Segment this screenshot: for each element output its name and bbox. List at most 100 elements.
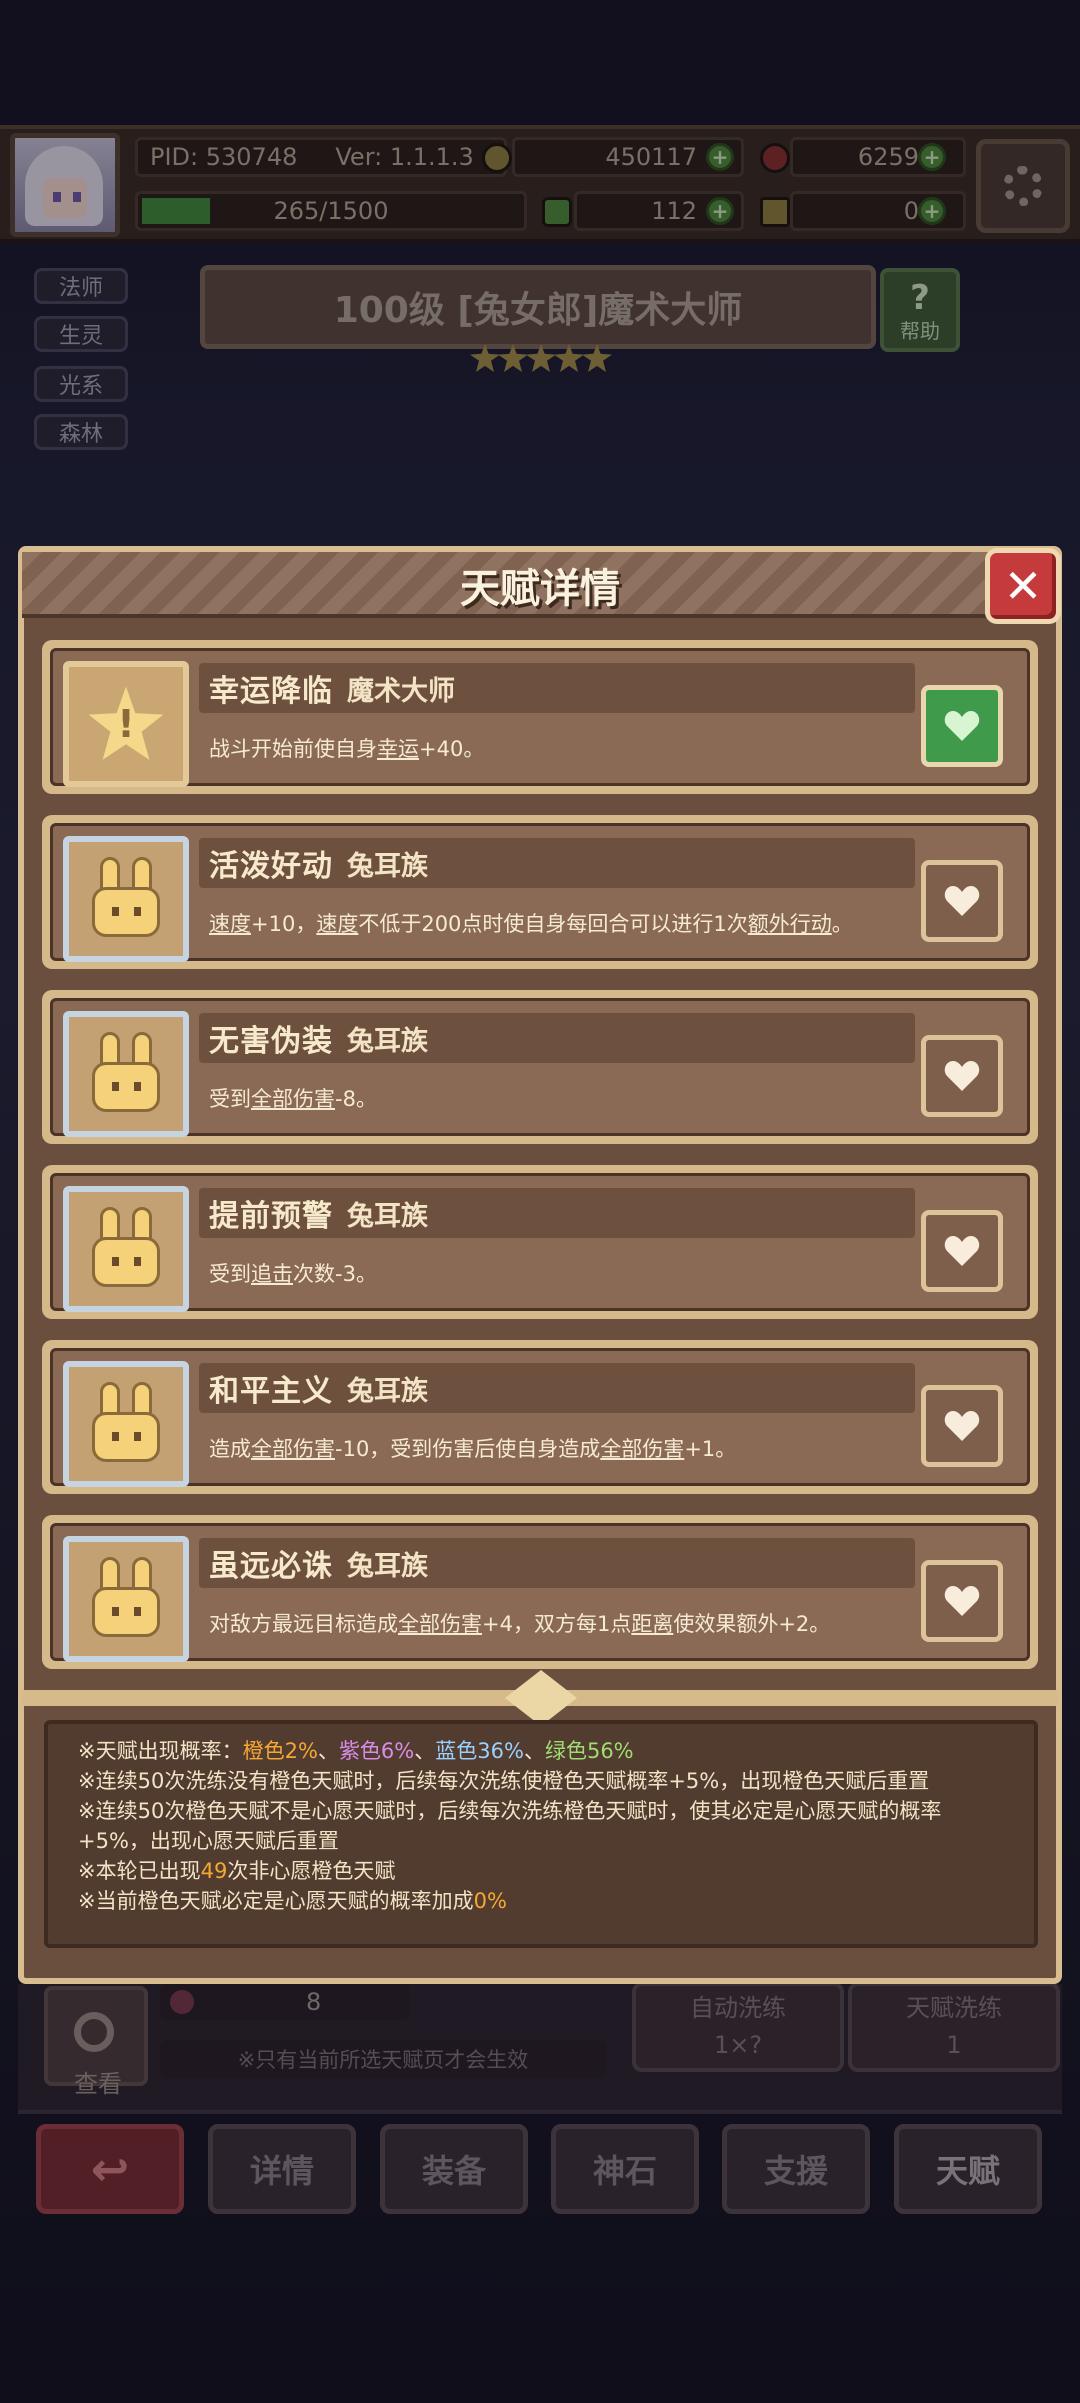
talent-source: 兔耳族: [347, 1025, 428, 1057]
talent-card-body: 无害伪装 兔耳族受到全部伤害-8。: [50, 998, 1030, 1137]
info-line-4-post: 次非心愿橙色天赋: [227, 1859, 396, 1883]
modal-title: 天赋详情: [460, 566, 620, 612]
bunny-icon: [84, 1557, 168, 1641]
talent-card-body: 活泼好动 兔耳族 速度+10，速度不低于200点时使自身每回合可以进行1次额外行动。: [50, 823, 1030, 962]
talent-icon-frame: [63, 1536, 189, 1662]
talent-source: 兔耳族: [347, 1375, 428, 1407]
talent-name: 和平主义: [209, 1374, 333, 1409]
info-line-3a: ※连续50次橙色天赋不是心愿天赋时，后续每次洗练橙色天赋时，使其必定是心愿天赋的…: [78, 1799, 942, 1823]
keyword-link[interactable]: 速度: [209, 912, 251, 936]
talent-name: 活泼好动: [209, 849, 333, 884]
probability-info: ※天赋出现概率：橙色2%、紫色6%、蓝色36%、绿色56% ※连续50次洗练没有…: [44, 1720, 1038, 1948]
talent-icon-frame: [63, 1011, 189, 1137]
wish-bonus: 0%: [473, 1889, 507, 1913]
info-sep: 、: [414, 1739, 436, 1763]
description-text: -8。: [335, 1087, 377, 1111]
talent-header: 幸运降临 魔术大师: [199, 663, 915, 713]
description-text: 战斗开始前使自身: [209, 737, 377, 761]
keyword-link[interactable]: 全部伤害: [600, 1437, 684, 1461]
talent-description: 造成全部伤害-10，受到伤害后使自身造成全部伤害+1。: [209, 1433, 915, 1463]
talent-card[interactable]: 无害伪装 兔耳族受到全部伤害-8。: [42, 990, 1038, 1144]
description-text: +1。: [684, 1437, 737, 1461]
info-line-3b: +5%，出现心愿天赋后重置: [78, 1829, 339, 1853]
info-line-2: ※连续50次洗练没有橙色天赋时，后续每次洗练使橙色天赋概率+5%，出现橙色天赋后…: [78, 1769, 930, 1793]
talent-icon-frame: [63, 1361, 189, 1487]
talent-name: 无害伪装: [209, 1024, 333, 1059]
purple-rate: 紫色6%: [338, 1739, 415, 1763]
talent-description: 对敌方最远目标造成全部伤害+4，双方每1点距离使效果额外+2。: [209, 1608, 915, 1638]
close-button[interactable]: ✕: [985, 548, 1061, 624]
heart-icon: [944, 1060, 980, 1092]
talent-header: 和平主义 兔耳族: [199, 1363, 915, 1413]
wish-toggle-button[interactable]: [921, 1035, 1003, 1117]
green-rate: 绿色56%: [544, 1739, 634, 1763]
keyword-link[interactable]: 幸运: [377, 737, 419, 761]
info-line-4-pre: ※本轮已出现: [78, 1859, 201, 1883]
description-text: -10，受到伤害后使自身造成: [335, 1437, 601, 1461]
info-line-4: ※本轮已出现49次非心愿橙色天赋: [78, 1856, 1034, 1886]
talent-card-body: ! 幸运降临 魔术大师战斗开始前使自身幸运+40。: [50, 648, 1030, 787]
keyword-link[interactable]: 全部伤害: [398, 1612, 482, 1636]
talent-card[interactable]: 活泼好动 兔耳族 速度+10，速度不低于200点时使自身每回合可以进行1次额外行动。: [42, 815, 1038, 969]
info-sep: 、: [317, 1739, 339, 1763]
talent-header: 活泼好动 兔耳族: [199, 838, 915, 888]
wish-toggle-button[interactable]: [921, 1560, 1003, 1642]
heart-icon: [944, 885, 980, 917]
description-text: +4，双方每1点: [482, 1612, 632, 1636]
talent-header: 无害伪装 兔耳族: [199, 1013, 915, 1063]
close-icon: ✕: [1003, 559, 1043, 613]
info-line-1: ※天赋出现概率：橙色2%、紫色6%、蓝色36%、绿色56%: [78, 1736, 1034, 1766]
talent-card-body: 虽远必诛 兔耳族对敌方最远目标造成全部伤害+4，双方每1点距离使效果额外+2。: [50, 1523, 1030, 1662]
description-text: +40。: [419, 737, 485, 761]
description-text: +10，: [251, 912, 317, 936]
wish-toggle-button[interactable]: [921, 1210, 1003, 1292]
wish-toggle-button[interactable]: [921, 1385, 1003, 1467]
bunny-icon: [84, 1207, 168, 1291]
talent-card[interactable]: ! 幸运降临 魔术大师战斗开始前使自身幸运+40。: [42, 640, 1038, 794]
talent-source: 兔耳族: [347, 850, 428, 882]
blue-rate: 蓝色36%: [435, 1739, 524, 1763]
keyword-link[interactable]: 速度: [316, 912, 358, 936]
heart-icon: [944, 1410, 980, 1442]
talent-description: 速度+10，速度不低于200点时使自身每回合可以进行1次额外行动。: [209, 908, 915, 938]
description-text: 对敌方最远目标造成: [209, 1612, 398, 1636]
talent-card[interactable]: 虽远必诛 兔耳族对敌方最远目标造成全部伤害+4，双方每1点距离使效果额外+2。: [42, 1515, 1038, 1669]
talent-name: 幸运降临: [209, 674, 333, 709]
description-text: 次数-3。: [293, 1262, 377, 1286]
heart-icon: [944, 710, 980, 742]
talent-card-body: 提前预警 兔耳族受到追击次数-3。: [50, 1173, 1030, 1312]
keyword-link[interactable]: 全部伤害: [251, 1437, 335, 1461]
talent-card[interactable]: 提前预警 兔耳族受到追击次数-3。: [42, 1165, 1038, 1319]
wish-toggle-button[interactable]: [921, 860, 1003, 942]
heart-icon: [944, 1585, 980, 1617]
talent-description: 受到全部伤害-8。: [209, 1083, 915, 1113]
keyword-link[interactable]: 追击: [251, 1262, 293, 1286]
talent-header: 虽远必诛 兔耳族: [199, 1538, 915, 1588]
description-text: 。: [831, 912, 853, 936]
bunny-icon: [84, 1382, 168, 1466]
game-screen: PID: 530748 Ver: 1.1.1.3 450117 + 6259 +…: [0, 0, 1080, 2403]
talent-name: 虽远必诛: [209, 1549, 333, 1584]
keyword-link[interactable]: 距离: [631, 1612, 673, 1636]
wish-toggle-button[interactable]: [921, 685, 1003, 767]
info-prefix: ※天赋出现概率：: [78, 1739, 243, 1763]
talent-card[interactable]: 和平主义 兔耳族造成全部伤害-10，受到伤害后使自身造成全部伤害+1。: [42, 1340, 1038, 1494]
talent-icon-frame: [63, 836, 189, 962]
talent-icon-frame: [63, 1186, 189, 1312]
talent-source: 兔耳族: [347, 1200, 428, 1232]
keyword-link[interactable]: 全部伤害: [251, 1087, 335, 1111]
orange-rate: 橙色2%: [242, 1739, 318, 1763]
heart-icon: [944, 1235, 980, 1267]
bunny-icon: [84, 1032, 168, 1116]
non-wish-count: 49: [200, 1859, 228, 1883]
description-text: 不低于200点时使自身每回合可以进行1次: [358, 912, 748, 936]
talent-source: 兔耳族: [347, 1550, 428, 1582]
talent-header: 提前预警 兔耳族: [199, 1188, 915, 1238]
info-line-5: ※当前橙色天赋必定是心愿天赋的概率加成0%: [78, 1886, 1034, 1916]
info-sep: 、: [523, 1739, 545, 1763]
star-icon: !: [88, 686, 164, 760]
description-text: 受到: [209, 1262, 251, 1286]
description-text: 使效果额外+2。: [673, 1612, 831, 1636]
talent-source: 魔术大师: [347, 675, 455, 707]
keyword-link[interactable]: 额外行动: [748, 912, 832, 936]
